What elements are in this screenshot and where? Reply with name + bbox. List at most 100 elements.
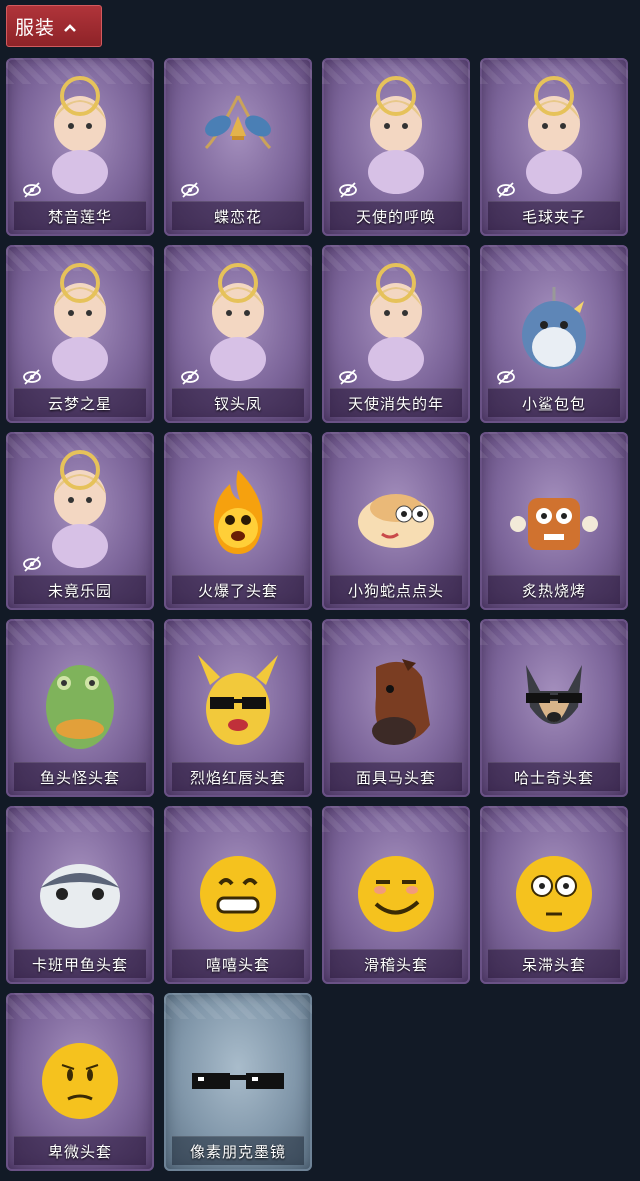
card-label-bar: 未竟乐园 xyxy=(14,575,146,604)
eye-off-icon[interactable] xyxy=(338,369,358,385)
eye-off-icon[interactable] xyxy=(22,556,42,572)
card-label-bar: 卑微头套 xyxy=(14,1136,146,1165)
card-label-bar: 蝶恋花 xyxy=(172,201,304,230)
card-label-bar: 毛球夹子 xyxy=(488,201,620,230)
costume-image xyxy=(188,263,288,383)
card-label-bar: 鱼头怪头套 xyxy=(14,762,146,791)
costume-image xyxy=(30,76,130,196)
costume-card[interactable]: 毛球夹子 xyxy=(480,58,628,236)
costume-card[interactable]: 小狗蛇点点头 xyxy=(322,432,470,610)
costume-image xyxy=(504,824,604,944)
costume-card[interactable]: 面具马头套 xyxy=(322,619,470,797)
card-label-bar: 天使的呼唤 xyxy=(330,201,462,230)
eye-off-icon[interactable] xyxy=(338,182,358,198)
costume-name: 哈士奇头套 xyxy=(513,768,594,787)
costume-name: 炙热烧烤 xyxy=(521,581,586,600)
costume-image xyxy=(504,637,604,757)
card-label-bar: 梵音莲华 xyxy=(14,201,146,230)
card-label-bar: 小鲨包包 xyxy=(488,388,620,417)
costume-name: 未竟乐园 xyxy=(47,581,112,600)
costume-card[interactable]: 鱼头怪头套 xyxy=(6,619,154,797)
costume-image xyxy=(504,263,604,383)
card-label-bar: 云梦之星 xyxy=(14,388,146,417)
costume-card[interactable]: 火爆了头套 xyxy=(164,432,312,610)
costume-name: 梵音莲华 xyxy=(47,207,112,226)
card-label-bar: 滑稽头套 xyxy=(330,949,462,978)
card-label-bar: 火爆了头套 xyxy=(172,575,304,604)
costume-name: 面具马头套 xyxy=(355,768,436,787)
eye-off-icon[interactable] xyxy=(180,182,200,198)
costume-card[interactable]: 哈士奇头套 xyxy=(480,619,628,797)
costume-card[interactable]: 天使消失的年 xyxy=(322,245,470,423)
costume-name: 卡班甲鱼头套 xyxy=(31,955,128,974)
costume-name: 呆滞头套 xyxy=(521,955,586,974)
costume-card[interactable]: 呆滞头套 xyxy=(480,806,628,984)
costume-card[interactable]: 天使的呼唤 xyxy=(322,58,470,236)
costume-card[interactable]: 小鲨包包 xyxy=(480,245,628,423)
eye-off-icon[interactable] xyxy=(22,182,42,198)
costume-grid: 梵音莲华 蝶恋花 天使的呼唤 毛球夹子云梦之星 钗头凤 天使消失的年 小鲨包包未竟乐园 火爆了… xyxy=(6,58,628,1171)
card-label-bar: 像素朋克墨镜 xyxy=(172,1136,304,1165)
costume-image xyxy=(188,824,288,944)
costume-image xyxy=(30,637,130,757)
card-label-bar: 烈焰红唇头套 xyxy=(172,762,304,791)
costume-card[interactable]: 嘻嘻头套 xyxy=(164,806,312,984)
costume-card[interactable]: 卡班甲鱼头套 xyxy=(6,806,154,984)
costume-name: 鱼头怪头套 xyxy=(39,768,120,787)
costume-name: 毛球夹子 xyxy=(521,207,586,226)
costume-card[interactable]: 梵音莲华 xyxy=(6,58,154,236)
eye-off-icon[interactable] xyxy=(496,182,516,198)
costume-name: 像素朋克墨镜 xyxy=(189,1142,286,1161)
card-label-bar: 嘻嘻头套 xyxy=(172,949,304,978)
costume-name: 云梦之星 xyxy=(47,394,112,413)
costume-card[interactable]: 卑微头套 xyxy=(6,993,154,1171)
costume-image xyxy=(30,1011,130,1131)
costume-image xyxy=(346,263,446,383)
costume-image xyxy=(504,76,604,196)
costume-image xyxy=(504,450,604,570)
eye-off-icon[interactable] xyxy=(22,369,42,385)
eye-off-icon[interactable] xyxy=(180,369,200,385)
costume-card[interactable]: 滑稽头套 xyxy=(322,806,470,984)
costume-name: 天使消失的年 xyxy=(347,394,444,413)
costume-image xyxy=(188,1011,288,1131)
costume-name: 滑稽头套 xyxy=(363,955,428,974)
costume-image xyxy=(346,637,446,757)
costume-name: 蝶恋花 xyxy=(213,207,262,226)
costume-image xyxy=(30,824,130,944)
card-label-bar: 呆滞头套 xyxy=(488,949,620,978)
costume-card[interactable]: 像素朋克墨镜 xyxy=(164,993,312,1171)
costume-image xyxy=(30,450,130,570)
eye-off-icon[interactable] xyxy=(496,369,516,385)
costume-name: 天使的呼唤 xyxy=(355,207,436,226)
costume-image xyxy=(188,450,288,570)
costume-image xyxy=(346,824,446,944)
costume-card[interactable]: 云梦之星 xyxy=(6,245,154,423)
costume-card[interactable]: 钗头凤 xyxy=(164,245,312,423)
costume-image xyxy=(30,263,130,383)
costume-name: 烈焰红唇头套 xyxy=(189,768,286,787)
card-label-bar: 哈士奇头套 xyxy=(488,762,620,791)
costume-card[interactable]: 蝶恋花 xyxy=(164,58,312,236)
costume-image xyxy=(346,76,446,196)
costume-name: 卑微头套 xyxy=(47,1142,112,1161)
card-label-bar: 炙热烧烤 xyxy=(488,575,620,604)
costume-image xyxy=(188,637,288,757)
costume-image xyxy=(346,450,446,570)
section-toggle-costume[interactable]: 服装 xyxy=(6,5,102,47)
card-label-bar: 钗头凤 xyxy=(172,388,304,417)
costume-card[interactable]: 未竟乐园 xyxy=(6,432,154,610)
costume-name: 小鲨包包 xyxy=(521,394,586,413)
card-label-bar: 卡班甲鱼头套 xyxy=(14,949,146,978)
section-title: 服装 xyxy=(15,16,56,39)
costume-name: 小狗蛇点点头 xyxy=(347,581,444,600)
costume-image xyxy=(188,76,288,196)
costume-card[interactable]: 烈焰红唇头套 xyxy=(164,619,312,797)
card-label-bar: 天使消失的年 xyxy=(330,388,462,417)
costume-name: 嘻嘻头套 xyxy=(205,955,270,974)
chevron-up-icon xyxy=(63,18,77,37)
costume-name: 钗头凤 xyxy=(213,394,262,413)
card-label-bar: 小狗蛇点点头 xyxy=(330,575,462,604)
costume-card[interactable]: 炙热烧烤 xyxy=(480,432,628,610)
costume-name: 火爆了头套 xyxy=(197,581,278,600)
